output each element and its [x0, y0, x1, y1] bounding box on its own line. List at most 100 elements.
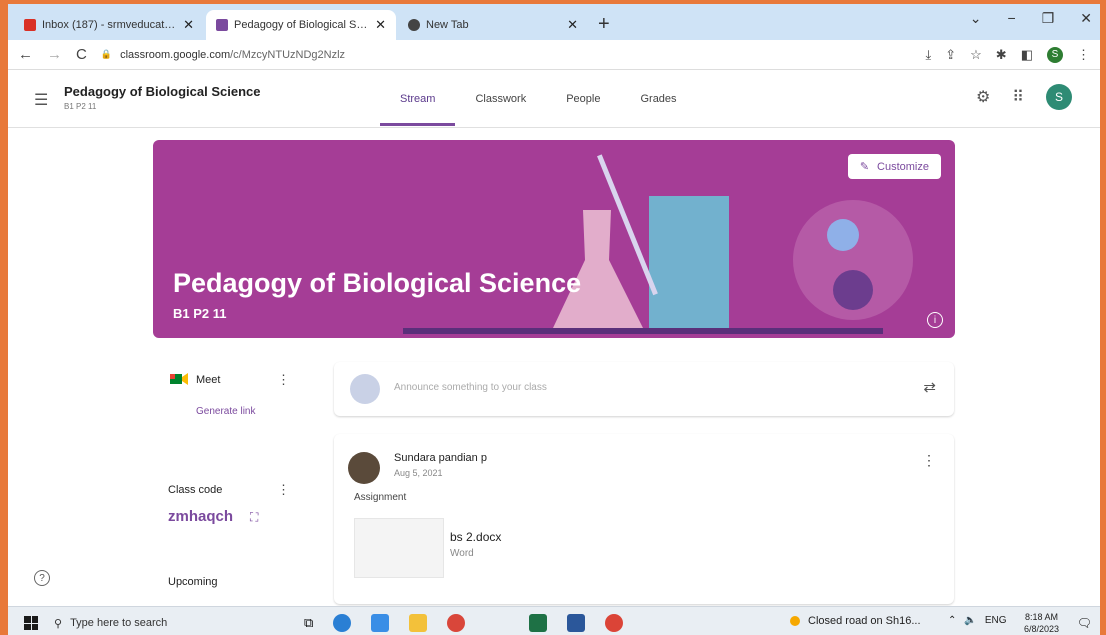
window-controls: ⌄ − ❐ ✕ — [970, 10, 1092, 27]
customize-button[interactable]: ✎ Customize — [847, 154, 941, 179]
banner-title: Pedagogy of Biological Science — [173, 268, 582, 298]
close-icon[interactable]: ✕ — [567, 17, 578, 33]
avatar — [348, 452, 380, 484]
class-title[interactable]: Pedagogy of Biological Science — [64, 84, 261, 99]
minimize-icon[interactable]: − — [1008, 10, 1016, 27]
help-icon[interactable]: ? — [34, 570, 50, 586]
chrome-icon[interactable] — [605, 614, 624, 632]
back-icon[interactable]: ← — [18, 46, 33, 63]
customize-label: Customize — [877, 160, 929, 173]
repost-icon[interactable]: ⇄ — [923, 378, 936, 396]
plus-icon[interactable]: + — [598, 10, 610, 40]
search-placeholder: Type here to search — [70, 617, 168, 629]
sidepanel-icon[interactable]: ◧ — [1021, 47, 1033, 63]
excel-icon[interactable] — [529, 614, 548, 632]
language-indicator[interactable]: ENG — [985, 615, 1007, 626]
hamburger-menu-icon[interactable]: ☰ — [34, 90, 48, 110]
post-date: Aug 5, 2021 — [394, 468, 443, 478]
lock-icon: 🔒 — [100, 49, 113, 59]
pencil-icon: ✎ — [859, 161, 870, 173]
chevron-down-icon[interactable]: ⌄ — [970, 10, 982, 27]
edge-icon[interactable] — [333, 614, 352, 632]
browser-tab-newtab[interactable]: New Tab ✕ — [398, 10, 588, 40]
more-vert-icon[interactable]: ⋮ — [277, 482, 290, 498]
post-type: Assignment — [354, 492, 407, 503]
search-icon: ⚲ — [54, 617, 63, 630]
news-widget[interactable]: Closed road on Sh16... — [790, 615, 921, 627]
apps-grid-icon[interactable]: ⠿ — [1012, 87, 1024, 107]
browser-tab-inbox[interactable]: Inbox (187) - srmveducation@... ✕ — [14, 10, 204, 40]
forward-icon[interactable]: → — [47, 46, 62, 63]
classroom-icon — [216, 19, 228, 31]
gmail-icon — [24, 19, 36, 31]
close-window-icon[interactable]: ✕ — [1080, 10, 1092, 27]
generate-link[interactable]: Generate link — [196, 406, 255, 417]
clock-time: 8:18 AM — [1025, 612, 1059, 622]
announce-box[interactable]: Announce something to your class ⇄ — [334, 362, 954, 416]
decor-circle-dark — [833, 270, 873, 310]
attachment-type: Word — [450, 548, 474, 559]
browser-toolbar: ⤓ ⇪ ☆ ✱ ◧ S ⋮ — [925, 46, 1090, 63]
url-path: /c/MzcyNTUzNDg2Nzlz — [230, 48, 346, 61]
attachment-thumbnail[interactable] — [354, 518, 444, 578]
classroom-header: ☰ Pedagogy of Biological Science B1 P2 1… — [8, 70, 1100, 128]
close-icon[interactable]: ✕ — [375, 17, 386, 33]
windows-start-icon[interactable] — [24, 616, 38, 630]
meet-icon — [170, 373, 188, 385]
close-icon[interactable]: ✕ — [183, 17, 194, 33]
windows-taskbar: ⚲ Type here to search ⧉ Closed road on S… — [8, 606, 1100, 635]
profile-avatar[interactable]: S — [1047, 46, 1063, 63]
url-field[interactable]: 🔒 classroom.google.com /c/MzcyNTUzNDg2Nz… — [101, 49, 926, 61]
store-icon[interactable] — [371, 614, 390, 632]
meet-label: Meet — [196, 374, 221, 386]
taskbar-search[interactable]: ⚲ Type here to search — [54, 611, 264, 635]
address-bar: ← → C 🔒 classroom.google.com /c/MzcyNTUz… — [8, 40, 1100, 70]
weather-icon — [790, 616, 800, 626]
tab-people[interactable]: People — [546, 70, 620, 128]
lab-illustration — [403, 154, 913, 334]
beaker-shape — [649, 196, 729, 328]
clock[interactable]: 8:18 AM 6/8/2023 — [1024, 611, 1059, 635]
class-code-card: Class code ⋮ zmhaqch ⛶ — [158, 470, 298, 540]
attachment-name[interactable]: bs 2.docx — [450, 530, 501, 544]
class-code-label: Class code — [168, 484, 223, 496]
chrome-icon — [408, 19, 420, 31]
more-vert-icon[interactable]: ⋮ — [922, 452, 936, 469]
tab-label: Pedagogy of Biological Science — [234, 19, 369, 31]
chevron-up-icon[interactable]: ⌃ — [948, 615, 956, 626]
news-text: Closed road on Sh16... — [808, 615, 921, 627]
avatar[interactable]: S — [1046, 84, 1072, 110]
reload-icon[interactable]: C — [76, 46, 87, 63]
volume-icon[interactable]: 🔈 — [964, 615, 976, 626]
browser-window: Inbox (187) - srmveducation@... ✕ Pedago… — [8, 4, 1100, 635]
upcoming-label: Upcoming — [168, 576, 218, 588]
more-vert-icon[interactable]: ⋮ — [277, 372, 290, 388]
avatar — [350, 374, 380, 404]
class-nav-tabs: Stream Classwork People Grades — [380, 70, 697, 128]
class-code-value: zmhaqch — [168, 508, 234, 525]
tab-label: New Tab — [426, 19, 469, 31]
tab-classwork[interactable]: Classwork — [455, 70, 546, 128]
system-tray: ⌃ 🔈 ENG — [948, 615, 1007, 626]
info-icon[interactable]: i — [927, 312, 943, 328]
extensions-icon[interactable]: ✱ — [996, 47, 1007, 63]
tab-strip: Inbox (187) - srmveducation@... ✕ Pedago… — [8, 4, 1100, 40]
word-icon[interactable] — [567, 614, 586, 632]
star-icon[interactable]: ☆ — [970, 47, 982, 63]
tab-grades[interactable]: Grades — [620, 70, 696, 128]
browser-tab-classroom[interactable]: Pedagogy of Biological Science ✕ — [206, 10, 396, 40]
announce-placeholder: Announce something to your class — [394, 382, 547, 393]
chrome-icon[interactable] — [447, 614, 466, 632]
class-banner: Pedagogy of Biological Science B1 P2 11 … — [153, 140, 955, 338]
taskbar-apps: ⧉ — [304, 614, 624, 632]
notification-icon[interactable]: 🗨 — [1077, 616, 1092, 630]
tab-stream[interactable]: Stream — [380, 70, 456, 128]
fullscreen-icon[interactable]: ⛶ — [250, 510, 258, 525]
task-view-icon[interactable]: ⧉ — [304, 615, 313, 631]
gear-icon[interactable]: ⚙ — [976, 87, 990, 107]
install-icon[interactable]: ⤓ — [925, 47, 931, 63]
menu-icon[interactable]: ⋮ — [1077, 47, 1090, 63]
folder-icon[interactable] — [409, 614, 428, 632]
share-icon[interactable]: ⇪ — [945, 47, 956, 63]
restore-icon[interactable]: ❐ — [1042, 10, 1055, 27]
